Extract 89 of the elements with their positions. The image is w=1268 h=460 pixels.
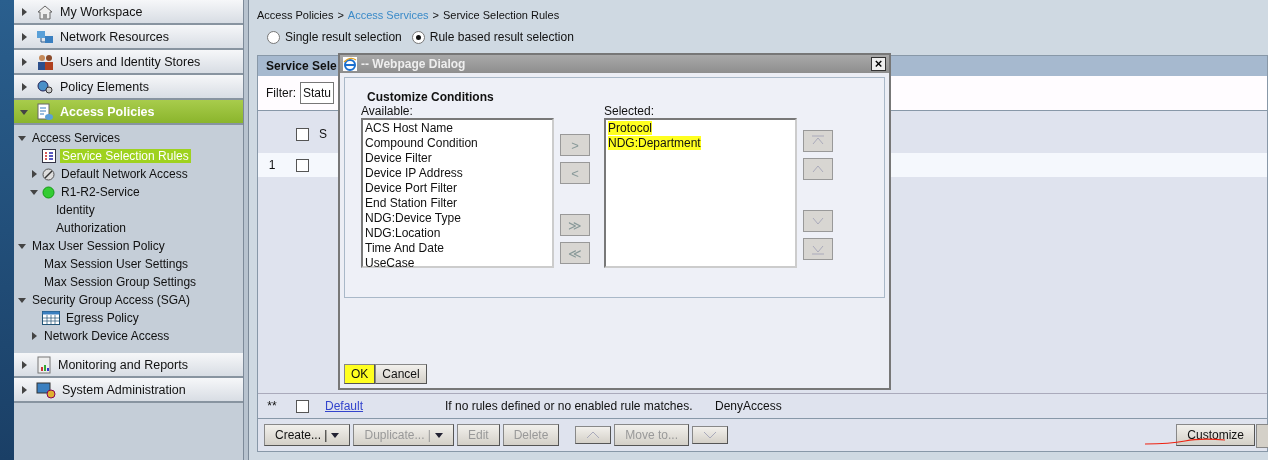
network-icon xyxy=(36,28,54,45)
nav-drawer[interactable]: Users and Identity Stores xyxy=(14,50,243,75)
expanded-arrow-icon[interactable] xyxy=(18,242,26,250)
tree-item[interactable]: Security Group Access (SGA) xyxy=(30,293,193,307)
expanded-arrow-icon[interactable] xyxy=(20,107,28,116)
table-cell-text: DenyAccess xyxy=(715,399,783,413)
collapsed-arrow-icon[interactable] xyxy=(20,82,28,91)
list-label: Selected: xyxy=(604,104,656,118)
row-number: ** xyxy=(266,399,278,413)
radio-button[interactable] xyxy=(267,30,280,44)
available-list[interactable]: ACS Host Name Compound Condition Device Filter Device IP Address Device Port Filter End Station Filter NDG:Device Type NDG:Location Time And Date UseCase xyxy=(361,118,554,268)
chevron-up-icon xyxy=(586,430,601,440)
checkbox[interactable] xyxy=(296,158,309,172)
nav-drawer[interactable]: Policy Elements xyxy=(14,75,243,100)
dialog-button[interactable]: OK xyxy=(344,364,376,384)
expanded-arrow-icon[interactable] xyxy=(18,296,26,304)
table-icon xyxy=(42,311,60,325)
users-icon xyxy=(36,53,54,70)
tree-item[interactable]: Max Session User Settings xyxy=(42,257,191,271)
list-item[interactable]: End Station Filter xyxy=(365,196,550,211)
list-item[interactable]: NDG:Location xyxy=(365,226,550,241)
list-item[interactable]: Compound Condition xyxy=(365,136,550,151)
collapsed-arrow-icon[interactable] xyxy=(20,385,28,394)
tree-item[interactable]: Network Device Access xyxy=(42,329,172,343)
nav-drawer[interactable]: My Workspace xyxy=(14,0,243,25)
computer-gear-icon xyxy=(36,380,56,399)
tree-item[interactable]: R1-R2-Service xyxy=(59,185,142,199)
radio-button[interactable] xyxy=(411,30,425,44)
house-icon xyxy=(36,3,54,20)
document-icon xyxy=(36,102,54,121)
status-dot-icon xyxy=(42,185,55,199)
dialog-button[interactable]: Cancel xyxy=(375,364,427,384)
collapsed-arrow-icon[interactable] xyxy=(20,32,28,41)
caret-icon xyxy=(331,432,340,438)
nav-drawer[interactable]: System Administration xyxy=(14,378,243,403)
nav-drawer[interactable]: Network Resources xyxy=(14,25,243,50)
breadcrumb-item: Service Selection Rules xyxy=(443,9,560,21)
list-item[interactable]: UseCase xyxy=(365,256,550,271)
checkbox[interactable] xyxy=(296,127,309,141)
collapsed-arrow-icon[interactable] xyxy=(20,7,28,16)
tree-item[interactable]: Authorization xyxy=(54,221,129,235)
list-item[interactable]: Device IP Address xyxy=(365,166,550,181)
toolbar-button[interactable]: Create... | xyxy=(264,424,351,446)
rule-link[interactable]: Default xyxy=(319,399,445,413)
collapsed-arrow-icon[interactable] xyxy=(20,57,28,66)
caret-icon xyxy=(434,432,443,438)
selected-list[interactable]: Protocol NDG:Department xyxy=(604,118,797,268)
column-header: S xyxy=(319,127,327,141)
breadcrumb-item: Access Policies xyxy=(257,9,334,21)
list-icon xyxy=(42,149,56,163)
customize-button[interactable]: Customize xyxy=(1176,424,1255,446)
checkbox[interactable] xyxy=(296,399,309,413)
chevron-down-icon xyxy=(703,430,718,440)
list-item[interactable]: Device Filter xyxy=(365,151,550,166)
tree-item[interactable]: Default Network Access xyxy=(59,167,190,181)
nav-drawer[interactable]: Monitoring and Reports xyxy=(14,353,243,378)
tree-item[interactable]: Identity xyxy=(54,203,97,217)
close-button[interactable]: × xyxy=(871,57,886,71)
filter-dropdown[interactable]: Statu xyxy=(300,82,335,104)
radio-label: Single result selection xyxy=(285,30,402,44)
tree-item[interactable]: Access Services xyxy=(30,131,123,145)
expanded-arrow-icon[interactable] xyxy=(30,188,38,196)
table-cell-text: If no rules defined or no enabled rule matches. xyxy=(445,399,694,413)
panel-title: Service Sele xyxy=(266,59,337,73)
gears-icon xyxy=(36,78,54,95)
dialog-heading: Customize Conditions xyxy=(367,90,495,104)
radio-label: Rule based result selection xyxy=(429,30,574,44)
list-item[interactable]: NDG:Department xyxy=(608,136,701,150)
list-item[interactable]: ACS Host Name xyxy=(365,121,550,136)
list-label: Available: xyxy=(361,104,414,118)
tree-item[interactable]: Egress Policy xyxy=(64,311,141,325)
filter-label: Filter: xyxy=(266,86,296,100)
dialog-title: -- Webpage Dialog xyxy=(361,57,466,71)
collapsed-arrow-icon[interactable] xyxy=(30,332,38,340)
browser-e-icon xyxy=(343,57,357,71)
breadcrumb-separator: > xyxy=(337,9,344,21)
disabled-status-icon xyxy=(42,167,55,181)
row-number: 1 xyxy=(267,158,277,172)
collapsed-arrow-icon[interactable] xyxy=(30,170,38,178)
breadcrumb-separator: > xyxy=(432,9,439,21)
expanded-arrow-icon[interactable] xyxy=(18,134,26,142)
report-icon xyxy=(36,355,52,374)
list-item[interactable]: NDG:Device Type xyxy=(365,211,550,226)
list-item[interactable]: Time And Date xyxy=(365,241,550,256)
tree-item[interactable]: Max User Session Policy xyxy=(30,239,167,253)
list-item[interactable]: Protocol xyxy=(608,121,653,135)
list-item[interactable]: Device Port Filter xyxy=(365,181,550,196)
tree-item[interactable]: Max Session Group Settings xyxy=(42,275,199,289)
collapsed-arrow-icon[interactable] xyxy=(20,360,28,369)
